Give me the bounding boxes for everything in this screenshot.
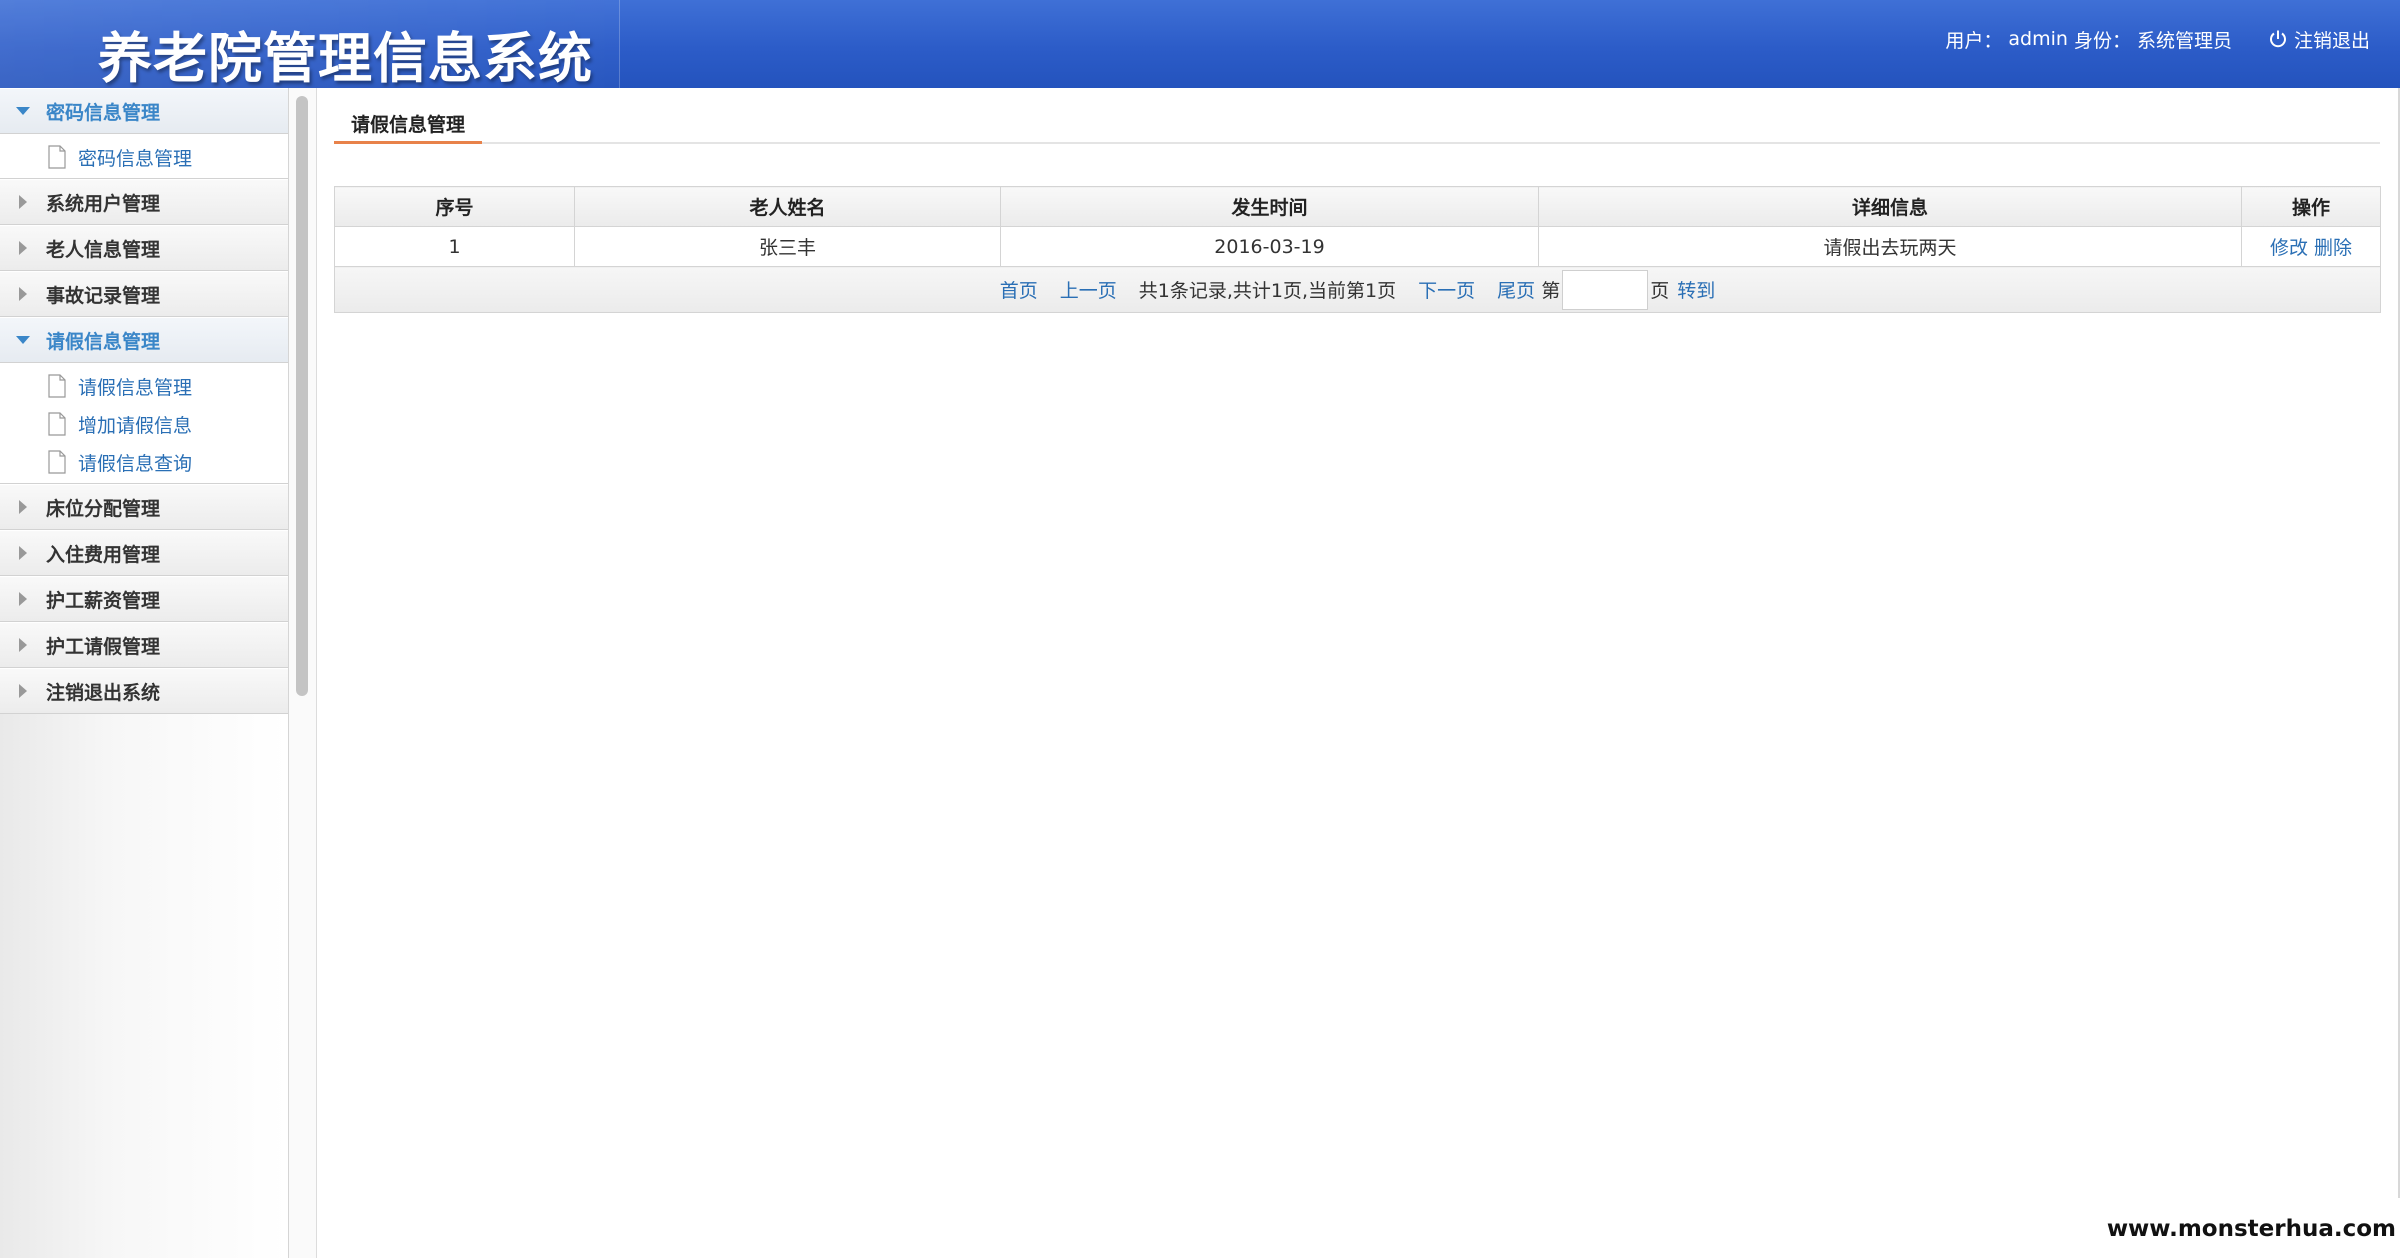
- scrollbar-thumb[interactable]: [296, 96, 308, 696]
- caret-down-icon: [16, 333, 30, 347]
- caret-right-icon: [16, 241, 30, 255]
- submenu-password: 密码信息管理: [0, 134, 288, 179]
- cell-detail: 请假出去玩两天: [1538, 226, 2242, 267]
- delete-link[interactable]: 删除: [2314, 237, 2352, 259]
- menu-head-caregiver-salary[interactable]: 护工薪资管理: [0, 576, 288, 622]
- menu-head-elder-info[interactable]: 老人信息管理: [0, 225, 288, 271]
- menu-head-label: 请假信息管理: [46, 330, 161, 353]
- menu-head-label: 床位分配管理: [46, 497, 161, 520]
- menu-head-label: 密码信息管理: [46, 101, 161, 124]
- logout-label: 注销退出: [2293, 29, 2370, 52]
- role: 系统管理员: [2136, 29, 2232, 52]
- caret-right-icon: [16, 592, 30, 606]
- menu-head-beds[interactable]: 床位分配管理: [0, 484, 288, 530]
- caret-right-icon: [16, 500, 30, 514]
- sub-item-leave-query[interactable]: 请假信息查询: [0, 443, 288, 481]
- tab-leave-manage[interactable]: 请假信息管理: [334, 106, 482, 144]
- pager-summary: 共1条记录,共计1页,当前第1页: [1138, 280, 1397, 302]
- menu-head-fees[interactable]: 入住费用管理: [0, 530, 288, 576]
- sidebar: 密码信息管理 密码信息管理 系统用户管理 老人信息管理 事故记录管理 请假信息管…: [0, 88, 289, 1258]
- user-label: 用户：: [1945, 29, 2003, 52]
- caret-right-icon: [16, 684, 30, 698]
- document-icon: [48, 145, 66, 169]
- user-info: 用户： admin 身份： 系统管理员 注销退出: [1880, 24, 2400, 54]
- pager-prev[interactable]: 上一页: [1060, 276, 1117, 303]
- menu-head-label: 注销退出系统: [46, 681, 161, 704]
- pager-page-prefix: 第: [1541, 280, 1561, 302]
- edit-link[interactable]: 修改: [2270, 237, 2308, 259]
- menu-head-label: 护工薪资管理: [46, 589, 161, 612]
- pager-last[interactable]: 尾页: [1497, 276, 1535, 303]
- caret-right-icon: [16, 546, 30, 560]
- sub-item-password-manage[interactable]: 密码信息管理: [0, 138, 288, 176]
- cell-date: 2016-03-19: [1000, 226, 1539, 267]
- column-header-detail: 详细信息: [1538, 186, 2242, 227]
- menu-head-label: 系统用户管理: [46, 192, 161, 215]
- menu-head-system-users[interactable]: 系统用户管理: [0, 179, 288, 225]
- role-label: 身份：: [2073, 29, 2131, 52]
- sub-item-label: 增加请假信息: [78, 414, 193, 437]
- page-number-input[interactable]: [1562, 269, 1649, 310]
- menu-head-password[interactable]: 密码信息管理: [0, 88, 288, 134]
- app-title: 养老院管理信息系统: [98, 27, 593, 88]
- table-row: 1 张三丰 2016-03-19 请假出去玩两天 修改 删除: [334, 226, 2381, 267]
- username: admin: [2008, 28, 2068, 50]
- caret-right-icon: [16, 638, 30, 652]
- sidebar-scrollbar[interactable]: [289, 88, 317, 1258]
- column-header-index: 序号: [334, 186, 575, 227]
- menu-head-caregiver-leave[interactable]: 护工请假管理: [0, 622, 288, 668]
- pager-row: 首页 上一页 共1条记录,共计1页,当前第1页 下一页 尾页 第 页 转到: [334, 266, 2381, 313]
- menu-group-leave: 请假信息管理 请假信息管理 增加请假信息 请假信息查询: [0, 317, 288, 484]
- watermark: www.monsterhua.com: [2106, 1216, 2396, 1242]
- pager-cell: 首页 上一页 共1条记录,共计1页,当前第1页 下一页 尾页 第 页 转到: [334, 266, 2381, 313]
- logout-button[interactable]: 注销退出: [2268, 26, 2370, 53]
- pager-next[interactable]: 下一页: [1418, 276, 1475, 303]
- sub-item-label: 请假信息查询: [78, 452, 193, 475]
- document-icon: [48, 412, 66, 436]
- submenu-leave: 请假信息管理 增加请假信息 请假信息查询: [0, 363, 288, 484]
- menu-head-logout[interactable]: 注销退出系统: [0, 668, 288, 714]
- cell-name: 张三丰: [574, 226, 1001, 267]
- menu-head-leave[interactable]: 请假信息管理: [0, 317, 288, 363]
- pager-page-suffix: 页: [1650, 280, 1670, 302]
- pager-first[interactable]: 首页: [1000, 276, 1038, 303]
- leave-table: 序号 老人姓名 发生时间 详细信息 操作 1 张三丰 2016-03-19 请假…: [334, 186, 2381, 313]
- menu-head-label: 入住费用管理: [46, 543, 161, 566]
- caret-right-icon: [16, 287, 30, 301]
- pager-goto[interactable]: 转到: [1677, 276, 1715, 303]
- menu-head-incidents[interactable]: 事故记录管理: [0, 271, 288, 317]
- pager: 首页 上一页 共1条记录,共计1页,当前第1页 下一页 尾页 第 页 转到: [1000, 269, 1715, 310]
- menu-head-label: 护工请假管理: [46, 635, 161, 658]
- sub-item-label: 密码信息管理: [78, 147, 193, 170]
- cell-actions: 修改 删除: [2241, 226, 2381, 267]
- menu-group-password: 密码信息管理 密码信息管理: [0, 88, 288, 179]
- tab-bar: 请假信息管理: [334, 106, 2380, 144]
- menu-head-label: 事故记录管理: [46, 284, 161, 307]
- cell-index: 1: [334, 226, 575, 267]
- column-header-name: 老人姓名: [574, 186, 1001, 227]
- document-icon: [48, 450, 66, 474]
- table-header-row: 序号 老人姓名 发生时间 详细信息 操作: [334, 186, 2381, 227]
- sub-item-leave-add[interactable]: 增加请假信息: [0, 405, 288, 443]
- column-header-actions: 操作: [2241, 186, 2381, 227]
- sub-item-leave-manage[interactable]: 请假信息管理: [0, 367, 288, 405]
- sub-item-label: 请假信息管理: [78, 376, 193, 399]
- caret-right-icon: [16, 195, 30, 209]
- caret-down-icon: [16, 104, 30, 118]
- app-header: 养老院管理信息系统 用户： admin 身份： 系统管理员 注销退出: [0, 0, 2400, 88]
- column-header-date: 发生时间: [1000, 186, 1539, 227]
- menu-head-label: 老人信息管理: [46, 238, 161, 261]
- main-content: 请假信息管理 序号 老人姓名 发生时间 详细信息 操作 1 张三丰 2016-0…: [318, 88, 2400, 1258]
- document-icon: [48, 374, 66, 398]
- power-icon: [2270, 30, 2286, 48]
